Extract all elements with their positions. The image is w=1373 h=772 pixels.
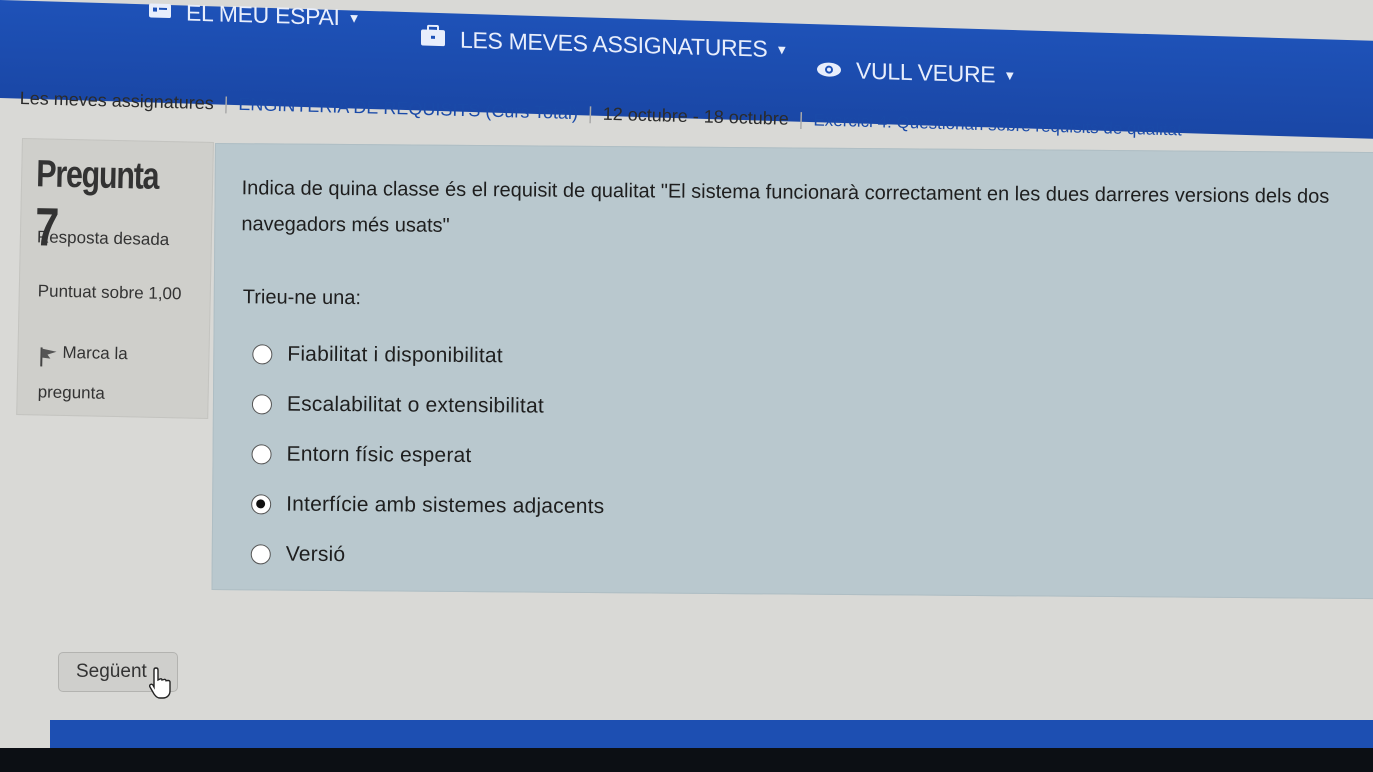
- radio-button-selected[interactable]: [251, 494, 272, 515]
- radio-button[interactable]: [250, 544, 271, 565]
- answer-option[interactable]: Entorn físic esperat: [251, 429, 605, 482]
- nav-view[interactable]: VULL VEURE ▼: [816, 56, 1016, 89]
- chevron-down-icon: ▼: [1003, 67, 1016, 84]
- os-taskbar: [0, 748, 1373, 772]
- nav-my-space[interactable]: EL MEU ESPAI ▼: [148, 0, 360, 32]
- breadcrumb-separator: |: [223, 93, 229, 114]
- answer-label: Entorn físic esperat: [286, 442, 472, 468]
- answer-list: Fiabilitat i disponibilitat Escalabilita…: [250, 329, 606, 582]
- question-text: Indica de quina classe és el requisit de…: [241, 177, 1330, 237]
- answer-option[interactable]: Versió: [250, 529, 605, 582]
- footer-bar: [50, 720, 1373, 750]
- question-label: Pregunta: [35, 153, 159, 198]
- answer-label: Escalabilitat o extensibilitat: [286, 392, 545, 418]
- answer-option[interactable]: Escalabilitat o extensibilitat: [251, 379, 606, 432]
- eye-icon: [816, 56, 842, 84]
- nav-my-space-label: EL MEU ESPAI: [186, 0, 340, 31]
- answer-option[interactable]: Interfície amb sistemes adjacents: [251, 479, 605, 532]
- question-state: Resposta desada: [36, 227, 170, 250]
- breadcrumb-my-courses[interactable]: Les meves assignatures: [19, 88, 214, 113]
- answer-option[interactable]: Fiabilitat i disponibilitat: [252, 329, 606, 382]
- answer-label: Fiabilitat i disponibilitat: [287, 342, 503, 368]
- chevron-down-icon: ▼: [347, 10, 361, 26]
- question-info: Pregunta 7 Resposta desada Puntuat sobre…: [16, 138, 214, 419]
- question-content: Indica de quina classe és el requisit de…: [211, 143, 1373, 600]
- nav-my-courses-label: LES MEVES ASSIGNATURES: [460, 26, 768, 62]
- breadcrumb-week[interactable]: 12 octubre - 18 octubre: [602, 104, 789, 129]
- breadcrumb-separator: |: [798, 109, 804, 130]
- nav-view-label: VULL VEURE: [856, 57, 996, 88]
- question-grade: Puntuat sobre 1,00: [37, 281, 182, 304]
- nav-my-courses[interactable]: LES MEVES ASSIGNATURES ▼: [420, 24, 788, 63]
- flag-question-link[interactable]: Marca la pregunta: [37, 332, 199, 415]
- radio-button[interactable]: [252, 344, 273, 365]
- answer-label: Versió: [285, 542, 346, 567]
- briefcase-icon: [420, 24, 446, 53]
- flag-icon: [38, 342, 58, 366]
- dashboard-icon: [148, 0, 172, 26]
- breadcrumb-separator: |: [587, 103, 594, 124]
- radio-button[interactable]: [251, 394, 273, 415]
- answer-label: Interfície amb sistemes adjacents: [286, 492, 605, 519]
- hand-cursor-icon: [148, 666, 174, 705]
- chevron-down-icon: ▼: [775, 41, 788, 57]
- radio-button[interactable]: [251, 444, 272, 465]
- answer-prompt: Trieu-ne una:: [242, 286, 362, 310]
